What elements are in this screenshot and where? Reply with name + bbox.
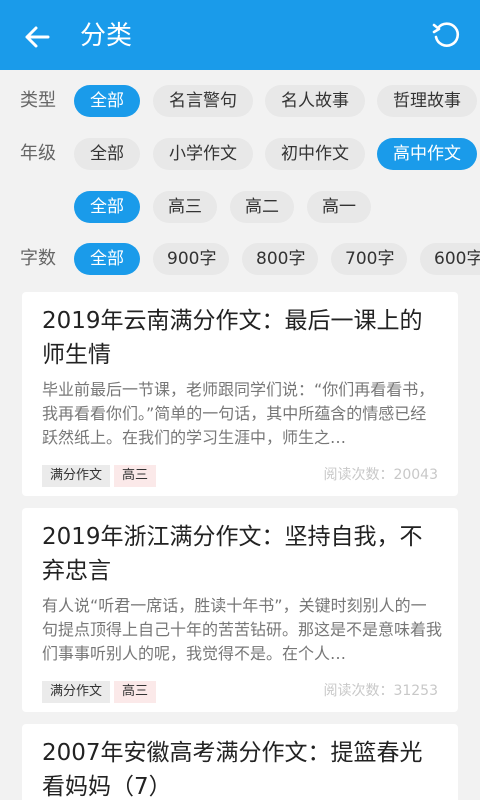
grade-chip-middle[interactable]: 初中作文: [265, 138, 365, 170]
tag-full-score: 满分作文: [42, 465, 111, 487]
words-chip-900[interactable]: 900字: [153, 243, 229, 275]
type-label: 类型: [20, 90, 56, 111]
subgrade-chip-senior3[interactable]: 高三: [153, 191, 217, 223]
article-title: 2019年浙江满分作文：坚持自我，不弃忠言: [42, 524, 423, 584]
article-card[interactable]: 2019年云南满分作文：最后一课上的师生情 毕业前最后一节课，老师跟同学们说：“…: [22, 292, 458, 496]
words-chip-800[interactable]: 800字: [242, 243, 318, 275]
article-tags: 满分作文 高三: [42, 680, 160, 703]
wordcount-label: 字数: [20, 248, 56, 269]
words-chip-all[interactable]: 全部: [74, 243, 140, 275]
article-card[interactable]: 2007年安徽高考满分作文：提篮春光看妈妈（7）: [22, 724, 458, 800]
article-excerpt: 有人说“听君一席话，胜读十年书”，关键时刻别人的一句提点顶得上自己十年的苦苦钻研…: [42, 596, 442, 663]
article-title: 2007年安徽高考满分作文：提篮春光看妈妈（7）: [42, 740, 423, 800]
grade-chip-all[interactable]: 全部: [74, 138, 140, 170]
back-arrow-icon[interactable]: [22, 22, 52, 52]
grade-label: 年级: [20, 143, 56, 164]
tag-grade: 高三: [114, 681, 157, 703]
page-title: 分类: [80, 21, 133, 51]
type-chip-all[interactable]: 全部: [74, 85, 140, 117]
tag-full-score: 满分作文: [42, 681, 111, 703]
refresh-icon[interactable]: [430, 20, 462, 52]
article-card[interactable]: 2019年浙江满分作文：坚持自我，不弃忠言 有人说“听君一席话，胜读十年书”，关…: [22, 508, 458, 712]
subgrade-chip-senior1[interactable]: 高一: [307, 191, 371, 223]
subgrade-chip-all[interactable]: 全部: [74, 191, 140, 223]
subgrade-filter-row: 全部 高三 高二 高一: [0, 187, 480, 227]
filter-panel: 类型 全部 名言警句 名人故事 哲理故事 年级 全部 小学作文 初中作文 高中作…: [0, 70, 480, 292]
tag-grade: 高三: [114, 465, 157, 487]
words-chip-700[interactable]: 700字: [331, 243, 407, 275]
type-chip-philosophy-stories[interactable]: 哲理故事: [377, 85, 477, 117]
words-chip-600[interactable]: 600字: [420, 243, 480, 275]
subgrade-chip-senior2[interactable]: 高二: [230, 191, 294, 223]
grade-filter-row: 年级 全部 小学作文 初中作文 高中作文: [0, 134, 480, 174]
article-excerpt: 毕业前最后一节课，老师跟同学们说：“你们再看看书，我再看看你们。”简单的一句话，…: [42, 380, 435, 447]
type-filter-row: 类型 全部 名言警句 名人故事 哲理故事: [0, 81, 480, 121]
type-chip-celebrity-stories[interactable]: 名人故事: [265, 85, 365, 117]
read-count: 阅读次数：31253: [323, 683, 438, 699]
wordcount-filter-row: 字数 全部 900字 800字 700字 600字: [0, 239, 480, 279]
article-list: 2019年云南满分作文：最后一课上的师生情 毕业前最后一节课，老师跟同学们说：“…: [0, 292, 480, 800]
grade-chip-primary[interactable]: 小学作文: [153, 138, 253, 170]
article-tags: 满分作文 高三: [42, 464, 160, 487]
read-count: 阅读次数：20043: [323, 467, 438, 483]
article-title: 2019年云南满分作文：最后一课上的师生情: [42, 308, 423, 368]
app-bar: 分类: [0, 0, 480, 70]
grade-chip-high[interactable]: 高中作文: [377, 138, 477, 170]
type-chip-quotes[interactable]: 名言警句: [153, 85, 253, 117]
